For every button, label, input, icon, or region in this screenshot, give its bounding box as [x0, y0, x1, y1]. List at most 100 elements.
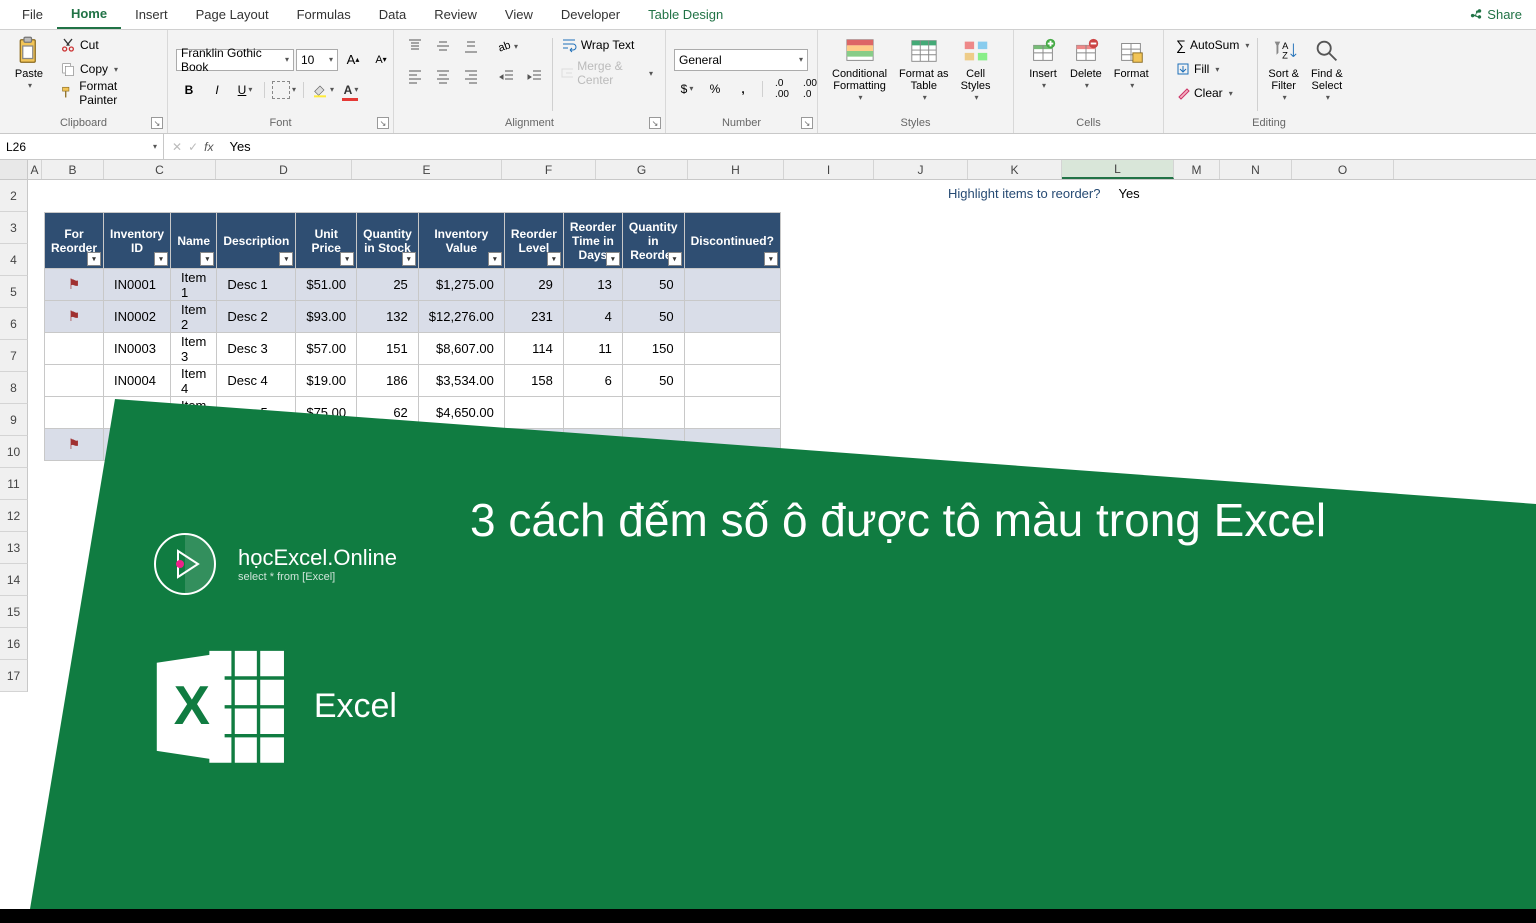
table-row[interactable]: IN0004Item 4Desc 4$19.00186$3,534.001586… — [45, 365, 781, 397]
table-cell[interactable]: Desc 3 — [217, 333, 296, 365]
align-right-icon[interactable] — [458, 64, 484, 88]
font-color-button[interactable]: A▾ — [338, 78, 364, 102]
comma-format-icon[interactable]: , — [730, 77, 756, 101]
font-dialog-launcher[interactable]: ↘ — [377, 117, 389, 129]
table-cell[interactable]: Item 1 — [171, 269, 217, 301]
column-header-L[interactable]: L — [1062, 160, 1174, 179]
align-center-icon[interactable] — [430, 64, 456, 88]
select-all-corner[interactable] — [0, 160, 28, 179]
table-cell[interactable]: 50 — [622, 365, 684, 397]
increase-indent-icon[interactable] — [522, 64, 548, 88]
tab-developer[interactable]: Developer — [547, 0, 634, 29]
column-header-M[interactable]: M — [1174, 160, 1220, 179]
cell-styles-button[interactable]: Cell Styles▾ — [955, 34, 997, 105]
table-header[interactable]: Unit Price▾ — [296, 213, 357, 269]
table-cell[interactable] — [504, 429, 563, 461]
table-cell[interactable]: $57.00 — [296, 333, 357, 365]
copy-button[interactable]: Copy▾ — [56, 58, 159, 80]
autosum-button[interactable]: ∑AutoSum▾ — [1172, 34, 1253, 56]
number-dialog-launcher[interactable]: ↘ — [801, 117, 813, 129]
table-cell[interactable]: IN0003 — [104, 333, 171, 365]
table-cell[interactable]: IN0006 — [104, 429, 171, 461]
table-cell[interactable]: IN0005 — [104, 397, 171, 429]
enter-formula-icon[interactable]: ✓ — [188, 140, 198, 154]
table-cell[interactable]: Desc 4 — [217, 365, 296, 397]
table-cell[interactable]: 62 — [357, 397, 419, 429]
format-painter-button[interactable]: Format Painter — [56, 82, 159, 104]
row-header-12[interactable]: 12 — [0, 500, 28, 532]
table-cell[interactable]: Item 2 — [171, 301, 217, 333]
italic-button[interactable]: I — [204, 78, 230, 102]
row-header-2[interactable]: 2 — [0, 180, 28, 212]
fill-color-button[interactable]: ▾ — [310, 78, 336, 102]
filter-icon[interactable]: ▾ — [279, 252, 293, 266]
font-name-select[interactable]: Franklin Gothic Book▾ — [176, 49, 294, 71]
column-header-E[interactable]: E — [352, 160, 502, 179]
table-header[interactable]: Quantity in Reorder▾ — [622, 213, 684, 269]
table-header[interactable]: Reorder Level▾ — [504, 213, 563, 269]
column-header-D[interactable]: D — [216, 160, 352, 179]
table-header[interactable]: Name▾ — [171, 213, 217, 269]
clear-button[interactable]: Clear▾ — [1172, 82, 1253, 104]
filter-icon[interactable]: ▾ — [606, 252, 620, 266]
filter-icon[interactable]: ▾ — [340, 252, 354, 266]
table-cell[interactable]: 186 — [357, 365, 419, 397]
table-header[interactable]: For Reorder▾ — [45, 213, 104, 269]
row-header-17[interactable]: 17 — [0, 660, 28, 692]
row-header-8[interactable]: 8 — [0, 372, 28, 404]
table-cell[interactable]: Item 3 — [171, 333, 217, 365]
table-cell[interactable]: Desc 5 — [217, 397, 296, 429]
row-header-7[interactable]: 7 — [0, 340, 28, 372]
row-header-3[interactable]: 3 — [0, 212, 28, 244]
column-header-G[interactable]: G — [596, 160, 688, 179]
table-cell[interactable]: $51.00 — [296, 269, 357, 301]
table-row[interactable]: ⚑IN0001Item 1Desc 1$51.0025$1,275.002913… — [45, 269, 781, 301]
table-cell[interactable]: $4,650.00 — [418, 397, 504, 429]
merge-center-button[interactable]: Merge & Center▾ — [557, 62, 657, 84]
row-header-13[interactable]: 13 — [0, 532, 28, 564]
table-cell[interactable]: 50 — [622, 269, 684, 301]
align-top-icon[interactable] — [402, 34, 428, 58]
percent-format-icon[interactable]: % — [702, 77, 728, 101]
row-header-6[interactable]: 6 — [0, 308, 28, 340]
column-header-C[interactable]: C — [104, 160, 216, 179]
table-cell[interactable] — [684, 429, 780, 461]
table-cell[interactable] — [563, 397, 622, 429]
row-header-11[interactable]: 11 — [0, 468, 28, 500]
filter-icon[interactable]: ▾ — [547, 252, 561, 266]
column-header-H[interactable]: H — [688, 160, 784, 179]
table-row[interactable]: IN0003Item 3Desc 3$57.00151$8,607.001141… — [45, 333, 781, 365]
table-header[interactable]: Discontinued?▾ — [684, 213, 780, 269]
column-header-A[interactable]: A — [28, 160, 42, 179]
tab-review[interactable]: Review — [420, 0, 491, 29]
table-cell[interactable]: 6 — [563, 365, 622, 397]
table-cell[interactable] — [684, 301, 780, 333]
bold-button[interactable]: B — [176, 78, 202, 102]
name-box[interactable]: L26▾ — [0, 134, 164, 159]
table-cell[interactable] — [684, 333, 780, 365]
cut-button[interactable]: Cut — [56, 34, 159, 56]
table-cell[interactable] — [622, 397, 684, 429]
tab-view[interactable]: View — [491, 0, 547, 29]
row-header-16[interactable]: 16 — [0, 628, 28, 660]
table-header[interactable]: Reorder Time in Days▾ — [563, 213, 622, 269]
table-cell[interactable]: 50 — [622, 301, 684, 333]
table-cell[interactable]: $19.00 — [296, 365, 357, 397]
table-row[interactable]: ⚑IN0006Item 6Desc 6 — [45, 429, 781, 461]
table-cell[interactable]: 158 — [504, 365, 563, 397]
table-cell[interactable]: Item 4 — [171, 365, 217, 397]
column-header-N[interactable]: N — [1220, 160, 1292, 179]
underline-button[interactable]: U▾ — [232, 78, 258, 102]
filter-icon[interactable]: ▾ — [668, 252, 682, 266]
table-cell[interactable]: 11 — [563, 333, 622, 365]
table-header[interactable]: Quantity in Stock▾ — [357, 213, 419, 269]
table-cell[interactable] — [45, 365, 104, 397]
number-format-select[interactable]: General▾ — [674, 49, 808, 71]
find-select-button[interactable]: Find & Select▾ — [1305, 34, 1349, 105]
column-header-F[interactable]: F — [502, 160, 596, 179]
table-cell[interactable]: 29 — [504, 269, 563, 301]
table-cell[interactable]: $3,534.00 — [418, 365, 504, 397]
column-header-J[interactable]: J — [874, 160, 968, 179]
align-middle-icon[interactable] — [430, 34, 456, 58]
table-cell[interactable]: IN0004 — [104, 365, 171, 397]
